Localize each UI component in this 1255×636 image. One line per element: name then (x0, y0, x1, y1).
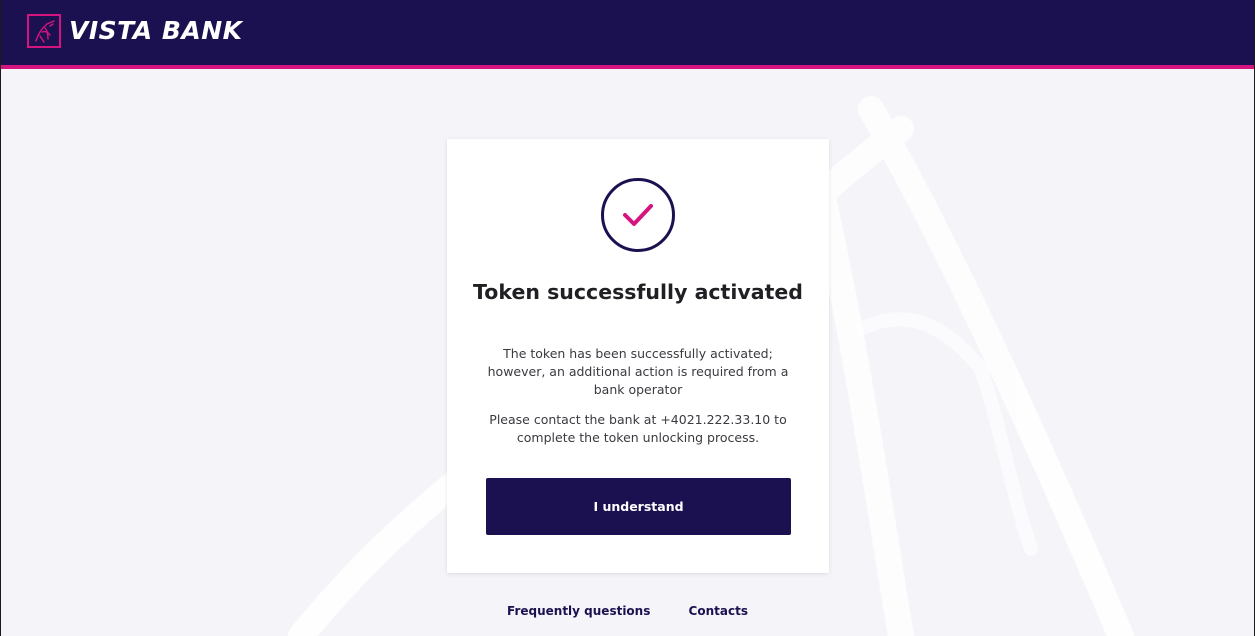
activation-result-card: Token successfully activated The token h… (447, 139, 829, 573)
contact-instructions: Please contact the bank at +4021.222.33.… (489, 412, 787, 445)
brand-logo[interactable]: VISTA BANK (27, 13, 243, 49)
horse-logo-icon (27, 14, 61, 48)
brand-name: VISTA BANK (69, 16, 243, 45)
contacts-link[interactable]: Contacts (689, 604, 748, 618)
faq-link[interactable]: Frequently questions (507, 604, 650, 618)
page-frame: VISTA BANK Token successfully activated … (0, 0, 1255, 636)
top-header: VISTA BANK (1, 0, 1254, 69)
check-circle-icon (601, 178, 675, 252)
dialog-description: The token has been successfully activate… (487, 346, 789, 397)
dialog-title: Token successfully activated (473, 280, 803, 304)
i-understand-button[interactable]: I understand (486, 478, 791, 535)
footer-links: Frequently questions Contacts (1, 604, 1254, 618)
